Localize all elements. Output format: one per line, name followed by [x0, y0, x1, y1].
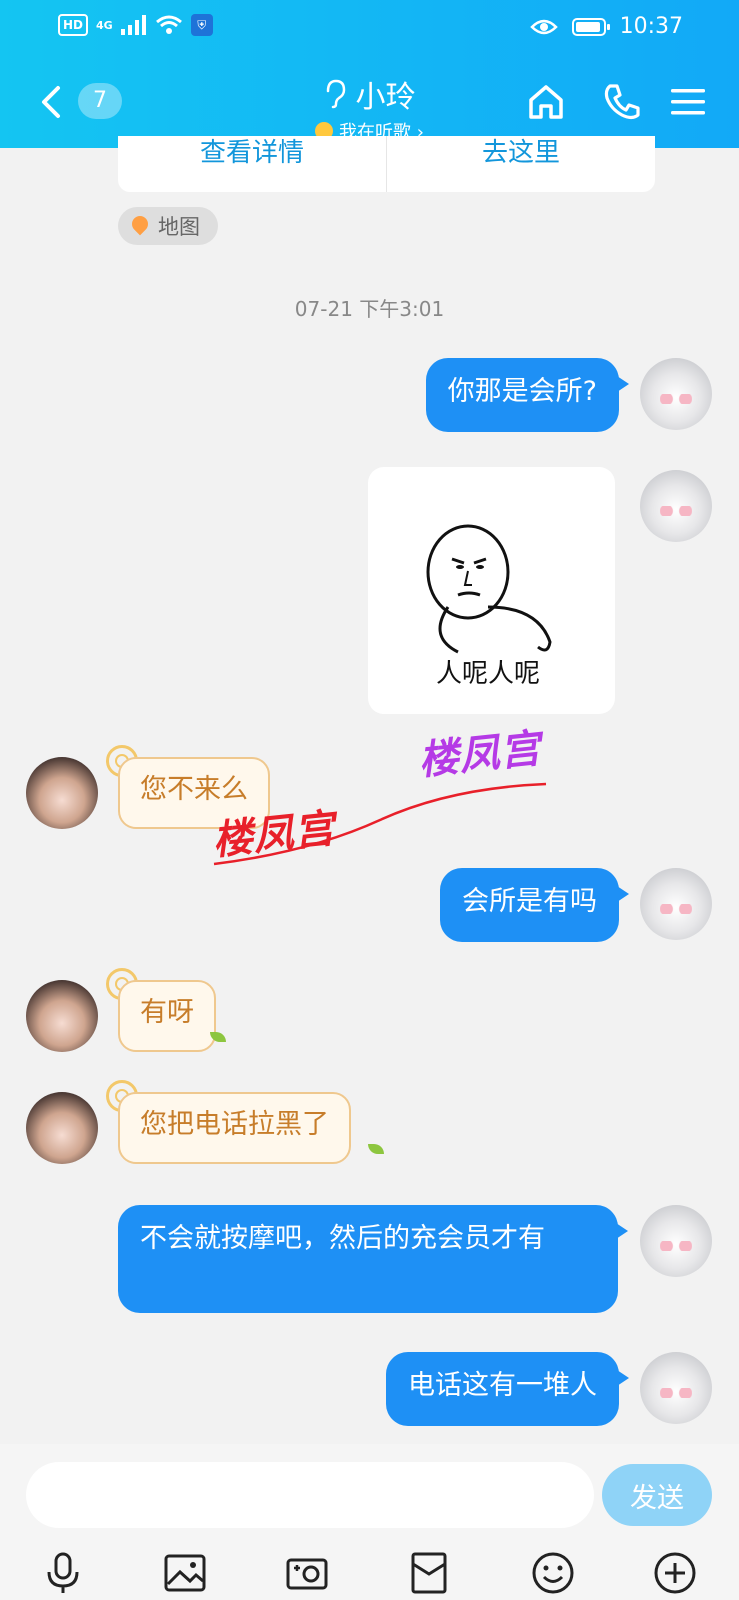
message-text: 不会就按摩吧，然后的充会员才有	[140, 1223, 545, 1254]
outgoing-message[interactable]: 会所是有吗	[440, 868, 629, 942]
map-tag-label: 地图	[158, 215, 200, 239]
my-avatar[interactable]	[640, 1205, 712, 1277]
outgoing-message[interactable]: 你那是会所?	[425, 358, 630, 432]
contact-avatar[interactable]	[26, 980, 98, 1052]
ear-icon	[326, 79, 345, 109]
my-avatar[interactable]	[640, 358, 712, 430]
my-avatar[interactable]	[640, 470, 712, 542]
map-tag[interactable]: 地图	[118, 207, 218, 245]
outgoing-message[interactable]: 不会就按摩吧，然后的充会员才有	[118, 1205, 628, 1313]
message-text: 你那是会所?	[447, 376, 597, 407]
chat-timestamp: 07-21 下午3:01	[294, 297, 445, 321]
contact-avatar[interactable]	[26, 757, 98, 829]
incoming-message[interactable]: 您把电话拉黑了	[118, 1092, 351, 1164]
status-bar: HD 4G ⛨ 10:37	[0, 0, 739, 56]
network-indicator: 4G	[96, 18, 113, 32]
input-toolbar	[0, 1544, 739, 1600]
red-packet-icon[interactable]	[406, 1550, 452, 1596]
shield-icon: ⛨	[190, 14, 213, 36]
message-input[interactable]	[26, 1462, 594, 1528]
emoji-icon[interactable]	[530, 1550, 576, 1596]
wifi-icon	[155, 15, 182, 34]
menu-icon[interactable]	[668, 82, 708, 122]
meme-face-sticker: 人呢人呢	[426, 524, 552, 689]
message-text: 会所是有吗	[462, 886, 597, 917]
location-card: 查看详情 去这里	[118, 136, 655, 192]
battery-icon	[571, 17, 610, 36]
my-avatar[interactable]	[640, 868, 712, 940]
send-button[interactable]: 发送	[602, 1464, 712, 1526]
message-text: 电话这有一堆人	[408, 1370, 597, 1401]
clock: 10:37	[619, 14, 683, 39]
leaf-decoration-icon	[368, 1144, 384, 1154]
incoming-message[interactable]: 有呀	[118, 980, 216, 1052]
microphone-icon[interactable]	[40, 1550, 86, 1596]
hd-indicator: HD	[58, 14, 89, 36]
message-text: 有呀	[140, 997, 194, 1028]
navigate-here-button[interactable]: 去这里	[386, 136, 655, 192]
contact-name: 小玲	[355, 80, 416, 115]
contact-avatar[interactable]	[26, 1092, 98, 1164]
home-icon[interactable]	[526, 82, 566, 122]
view-details-button[interactable]: 查看详情	[118, 136, 386, 192]
location-pin-icon	[132, 216, 148, 236]
message-text: 您把电话拉黑了	[140, 1109, 329, 1140]
sticker-message[interactable]: 人呢人呢	[368, 467, 615, 714]
eye-icon	[529, 19, 558, 34]
top-bar: HD 4G ⛨ 10:37 7 小玲 我在听歌 ›	[0, 0, 739, 148]
image-icon[interactable]	[162, 1550, 208, 1596]
phone-icon[interactable]	[602, 82, 642, 122]
outgoing-message[interactable]: 电话这有一堆人	[386, 1352, 629, 1426]
signal-icon	[120, 15, 146, 35]
camera-icon[interactable]	[284, 1550, 330, 1596]
sticker-caption: 人呢人呢	[436, 659, 540, 689]
input-area: 发送	[0, 1444, 739, 1600]
plus-icon[interactable]	[652, 1550, 698, 1596]
my-avatar[interactable]	[640, 1352, 712, 1424]
